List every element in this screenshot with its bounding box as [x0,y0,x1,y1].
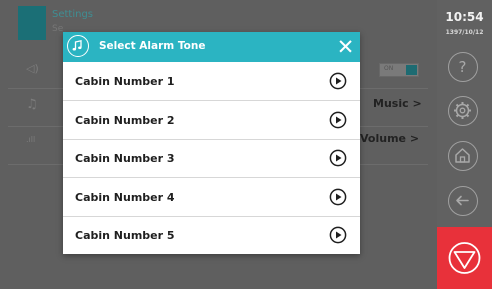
gear-icon [454,102,471,119]
screen: Settings Se ◁) ON ♫ Music > .ıll Volume … [0,0,492,289]
back-icon [456,195,469,206]
play-icon[interactable] [329,188,347,206]
home-button[interactable] [448,141,478,171]
help-button[interactable]: ? [448,52,478,82]
tone-label: Cabin Number 4 [75,191,175,204]
close-button[interactable]: ✕ [331,32,360,62]
volume-link: Volume > [360,132,420,145]
play-icon[interactable] [329,226,347,244]
music-note-icon: ♫ [26,97,38,112]
speaker-icon: ◁) [26,62,39,75]
toggle-knob [406,65,417,75]
tone-label: Cabin Number 5 [75,229,175,242]
clock-time: 10:54 [445,10,484,24]
music-icon [67,35,89,57]
background-toggle: ON [379,63,419,77]
tone-item-4[interactable]: Cabin Number 4 [63,178,360,217]
play-icon[interactable] [329,111,347,129]
emergency-stop-button[interactable] [437,227,492,289]
dialog-header: Select Alarm Tone ✕ [63,32,360,62]
settings-button[interactable] [448,96,478,126]
home-icon [455,148,470,163]
alarm-tone-dialog: Select Alarm Tone ✕ Cabin Number 1 Cabin… [63,32,360,254]
settings-accent-bar [18,6,46,40]
clock-date: 1397/10/12 [445,29,484,36]
dialog-title: Select Alarm Tone [99,40,206,52]
play-icon[interactable] [329,149,347,167]
svg-text:?: ? [459,58,467,76]
help-icon: ? [459,58,467,76]
tone-item-5[interactable]: Cabin Number 5 [63,216,360,254]
background-page-title: Settings [52,9,94,20]
volume-bars-icon: .ıll [26,135,36,144]
toggle-label: ON [384,65,394,72]
tone-item-1[interactable]: Cabin Number 1 [63,62,360,101]
play-icon[interactable] [329,72,347,90]
background-page-subtitle: Se [52,24,64,34]
tone-label: Cabin Number 3 [75,152,175,165]
back-button[interactable] [448,186,478,216]
tone-item-2[interactable]: Cabin Number 2 [63,101,360,140]
tone-item-3[interactable]: Cabin Number 3 [63,139,360,178]
tone-label: Cabin Number 1 [75,75,175,88]
tone-label: Cabin Number 2 [75,114,175,127]
emergency-stop-icon [448,242,481,274]
music-link: Music > [373,97,422,110]
